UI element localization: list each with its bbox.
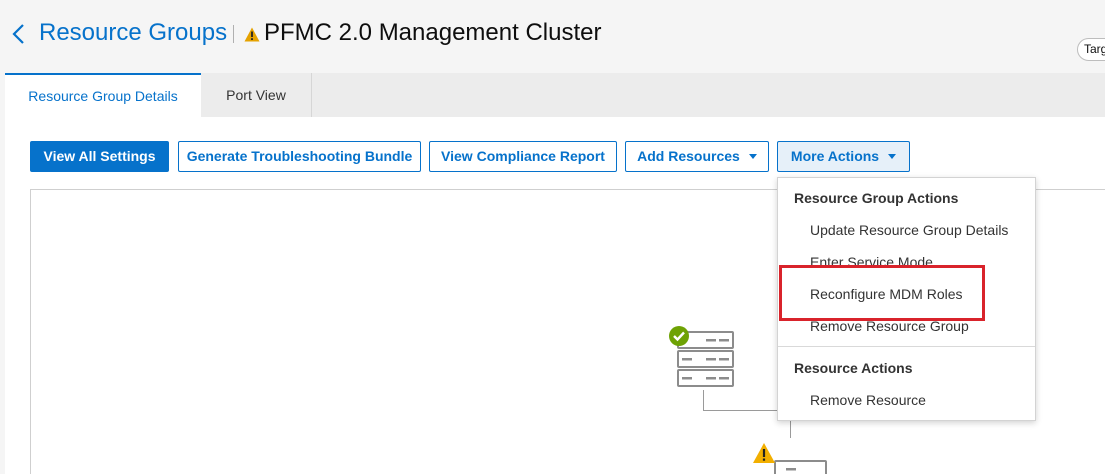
more-actions-dropdown[interactable]: More Actions <box>777 141 910 172</box>
menu-item-remove-resource[interactable]: Remove Resource <box>810 392 926 408</box>
tab-resource-group-details[interactable]: Resource Group Details <box>5 73 201 117</box>
connector-line <box>703 390 704 410</box>
target-pill[interactable]: Targ <box>1077 38 1105 61</box>
caret-down-icon <box>888 153 897 159</box>
view-compliance-report-button[interactable]: View Compliance Report <box>429 141 617 172</box>
warning-icon <box>753 443 775 463</box>
warning-icon <box>244 27 260 42</box>
menu-divider <box>778 346 1035 347</box>
caret-down-icon <box>748 153 757 159</box>
tab-port-view[interactable]: Port View <box>201 73 312 117</box>
check-icon <box>669 326 689 346</box>
view-all-settings-button[interactable]: View All Settings <box>30 141 169 172</box>
menu-heading-resource-group-actions: Resource Group Actions <box>794 190 959 206</box>
chevron-left-icon[interactable] <box>10 22 28 46</box>
highlight-annotation <box>779 265 985 321</box>
page-header: Resource Groups PFMC 2.0 Management Clus… <box>0 0 1105 74</box>
menu-heading-resource-actions: Resource Actions <box>794 360 913 376</box>
tab-bar: Resource Group Details Port View <box>5 73 1105 117</box>
menu-item-update-resource-group-details[interactable]: Update Resource Group Details <box>810 222 1008 238</box>
page-title: PFMC 2.0 Management Cluster <box>264 19 602 46</box>
add-resources-dropdown[interactable]: Add Resources <box>625 141 769 172</box>
generate-troubleshooting-bundle-button[interactable]: Generate Troubleshooting Bundle <box>178 141 421 172</box>
add-resources-label: Add Resources <box>637 148 740 164</box>
breadcrumb-resource-groups[interactable]: Resource Groups <box>39 19 227 47</box>
breadcrumb-separator <box>233 25 234 43</box>
more-actions-label: More Actions <box>790 148 880 164</box>
